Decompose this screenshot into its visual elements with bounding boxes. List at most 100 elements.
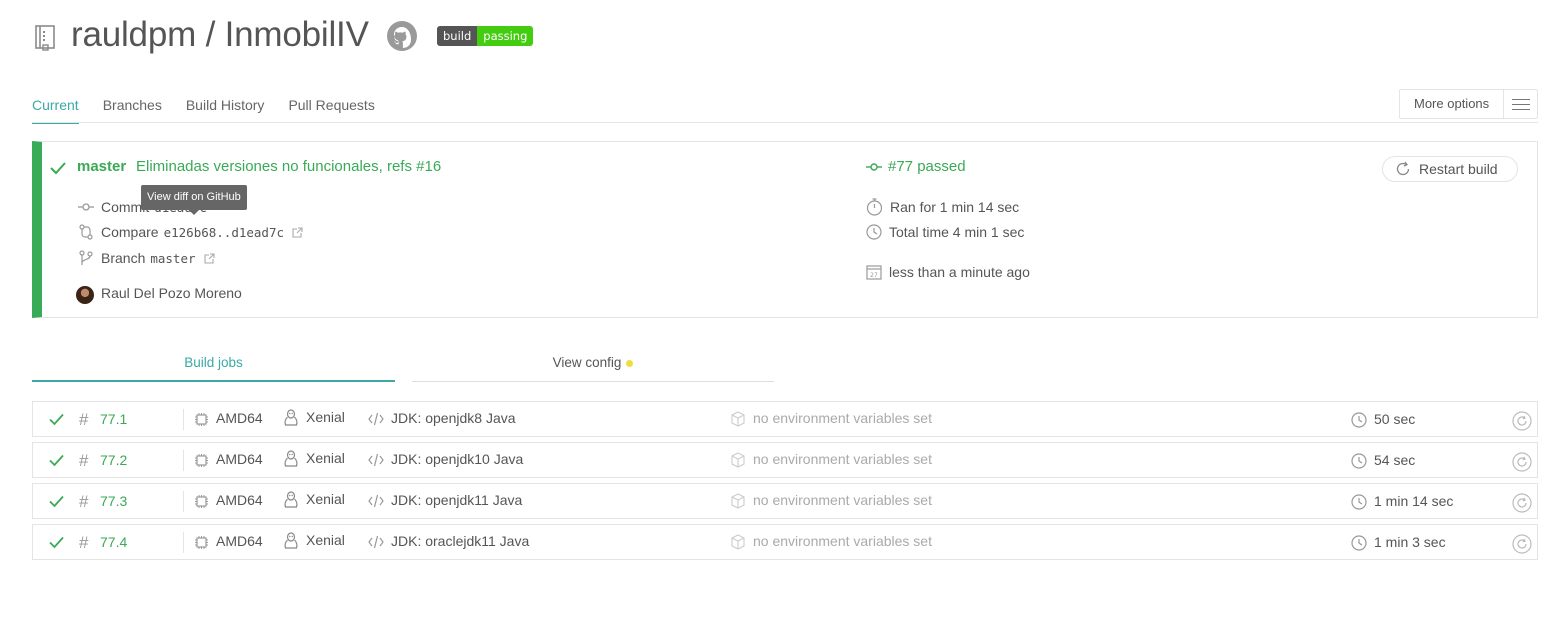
restart-icon xyxy=(1396,161,1410,176)
row-divider xyxy=(183,450,184,471)
job-arch: AMD64 xyxy=(216,451,263,467)
total-time-text: Total time 4 min 1 sec xyxy=(889,224,1025,240)
build-status-text: #77 passed xyxy=(888,158,966,175)
view-diff-tooltip: View diff on GitHub xyxy=(141,185,247,215)
job-row[interactable]: # 77.4 AMD64 Xenial JDK: oraclejdk11 Jav… xyxy=(32,524,1538,560)
hash-icon: # xyxy=(79,410,89,429)
job-number[interactable]: 77.3 xyxy=(100,493,127,509)
github-icon[interactable] xyxy=(386,20,418,52)
branch-label: Branch xyxy=(101,250,146,266)
linux-icon xyxy=(284,491,298,508)
linux-icon xyxy=(284,450,298,467)
code-icon xyxy=(368,535,384,549)
cpu-icon xyxy=(195,454,208,467)
commit-icon xyxy=(866,162,882,171)
author-name: Raul Del Pozo Moreno xyxy=(101,285,242,301)
job-row[interactable]: # 77.3 AMD64 Xenial JDK: openjdk11 Java … xyxy=(32,483,1538,519)
branch-value[interactable]: master xyxy=(150,251,195,266)
job-env: no environment variables set xyxy=(753,492,932,508)
job-duration: 54 sec xyxy=(1374,452,1416,468)
tab-build-history[interactable]: Build History xyxy=(186,88,265,124)
job-os: Xenial xyxy=(306,409,345,425)
finished-text: less than a minute ago xyxy=(889,264,1030,280)
job-env: no environment variables set xyxy=(753,451,932,467)
restart-job-icon[interactable] xyxy=(1512,493,1532,513)
finished-row: 27 less than a minute ago xyxy=(866,262,1030,282)
svg-text:27: 27 xyxy=(870,272,878,279)
ran-for-row: Ran for 1 min 14 sec xyxy=(866,197,1019,217)
ran-for-text: Ran for 1 min 14 sec xyxy=(890,199,1020,215)
passed-check-icon xyxy=(50,162,66,175)
job-language: JDK: openjdk10 Java xyxy=(391,451,524,467)
restart-build-label: Restart build xyxy=(1419,161,1498,177)
tab-view-config[interactable]: View config xyxy=(412,348,774,382)
clock-icon xyxy=(1351,494,1367,510)
view-config-label: View config xyxy=(552,355,622,370)
job-language: JDK: openjdk8 Java xyxy=(391,410,516,426)
hamburger-icon[interactable] xyxy=(1503,90,1537,118)
clock-icon xyxy=(866,224,882,240)
clock-icon xyxy=(1351,412,1367,428)
cpu-icon xyxy=(195,413,208,426)
tab-current[interactable]: Current xyxy=(32,88,79,124)
restart-build-button[interactable]: Restart build xyxy=(1382,156,1518,182)
badge-label: build xyxy=(437,26,478,46)
repo-icon xyxy=(35,25,55,51)
compare-label: Compare xyxy=(101,224,159,240)
hash-icon: # xyxy=(79,492,89,511)
job-number[interactable]: 77.1 xyxy=(100,411,127,427)
job-number[interactable]: 77.4 xyxy=(100,534,127,550)
job-row[interactable]: # 77.1 AMD64 Xenial JDK: openjdk8 Java n… xyxy=(32,401,1538,437)
restart-job-icon[interactable] xyxy=(1512,452,1532,472)
job-number[interactable]: 77.2 xyxy=(100,452,127,468)
tab-branches[interactable]: Branches xyxy=(103,88,162,124)
row-divider xyxy=(183,532,184,553)
clock-icon xyxy=(1351,453,1367,469)
job-duration: 1 min 14 sec xyxy=(1374,493,1454,509)
build-branch-name[interactable]: master xyxy=(77,158,126,175)
clock-icon xyxy=(1351,535,1367,551)
branch-row[interactable]: Branch master xyxy=(78,248,215,268)
job-duration: 1 min 3 sec xyxy=(1374,534,1446,550)
commit-message[interactable]: Eliminadas versiones no funcionales, ref… xyxy=(136,158,441,175)
more-options-label: More options xyxy=(1414,96,1490,111)
package-icon xyxy=(731,452,745,468)
compare-row[interactable]: Compare e126b68..d1ead7c xyxy=(78,222,303,242)
calendar-icon: 27 xyxy=(866,265,882,280)
external-link-icon[interactable] xyxy=(292,226,303,238)
job-language: JDK: openjdk11 Java xyxy=(391,492,523,508)
cpu-icon xyxy=(195,536,208,549)
code-icon xyxy=(368,453,384,467)
package-icon xyxy=(731,411,745,427)
restart-job-icon[interactable] xyxy=(1512,534,1532,554)
job-row[interactable]: # 77.2 AMD64 Xenial JDK: openjdk10 Java … xyxy=(32,442,1538,478)
tab-build-jobs[interactable]: Build jobs xyxy=(32,348,395,382)
repo-tabs: Current Branches Build History Pull Requ… xyxy=(32,88,399,124)
package-icon xyxy=(731,534,745,550)
config-warning-dot xyxy=(626,359,634,367)
total-time-row: Total time 4 min 1 sec xyxy=(866,222,1024,242)
tab-pull-requests[interactable]: Pull Requests xyxy=(288,88,374,124)
row-divider xyxy=(183,409,184,430)
job-env: no environment variables set xyxy=(753,533,932,549)
passed-check-icon xyxy=(49,536,64,549)
passed-check-icon xyxy=(49,495,64,508)
package-icon xyxy=(731,493,745,509)
compare-icon xyxy=(79,224,93,240)
build-status-badge[interactable]: build passing xyxy=(437,26,534,46)
job-arch: AMD64 xyxy=(216,410,263,426)
job-env: no environment variables set xyxy=(753,410,932,426)
tabs-divider xyxy=(32,122,1538,123)
external-link-icon[interactable] xyxy=(203,252,215,264)
compare-range[interactable]: e126b68..d1ead7c xyxy=(164,225,284,240)
job-arch: AMD64 xyxy=(216,533,263,549)
branch-icon xyxy=(79,250,93,265)
build-status[interactable]: #77 passed xyxy=(866,158,966,175)
job-os: Xenial xyxy=(306,491,345,507)
job-language: JDK: oraclejdk11 Java xyxy=(391,533,530,549)
job-duration: 50 sec xyxy=(1374,411,1416,427)
more-options-button[interactable]: More options xyxy=(1399,89,1538,119)
restart-job-icon[interactable] xyxy=(1512,411,1532,431)
author-avatar xyxy=(76,286,94,304)
repo-title: rauldpm / InmobilIV xyxy=(71,15,369,54)
